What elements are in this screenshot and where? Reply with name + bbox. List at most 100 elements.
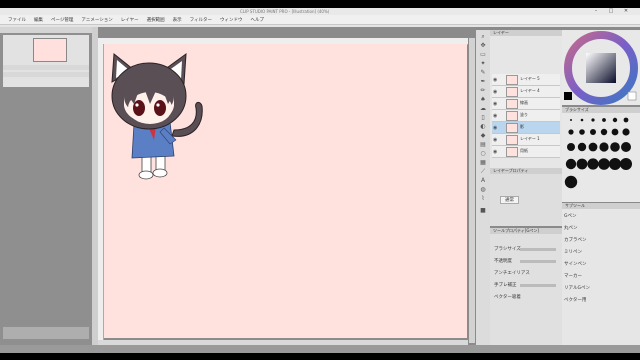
menu-page[interactable]: ページ管理 <box>51 17 73 23</box>
layer-thumbnail <box>506 135 518 145</box>
opacity-slider[interactable] <box>520 260 556 263</box>
frame-tool-icon[interactable]: ▦ <box>479 160 487 166</box>
pen-tool-icon[interactable]: ✒ <box>479 79 487 85</box>
tool-palette: ⌕ ✥ ▭ ✦ ✎ ✒ ✏ ♠ ☁ ▯ ◐ ◆ ▤ ○ ▦ ⟋ A ◍ ⌇ ■ <box>476 30 490 345</box>
layer-row[interactable]: ◉ レイヤー 5 <box>492 74 560 86</box>
visibility-eye-icon[interactable]: ◉ <box>493 89 497 95</box>
fill-tool-icon[interactable]: ◆ <box>479 133 487 139</box>
blend-mode-select[interactable]: 通常 <box>500 196 519 204</box>
zoom-slider[interactable] <box>3 65 89 70</box>
layer-row[interactable]: ◉ 塗り <box>492 110 560 122</box>
stabilization-slider[interactable] <box>520 284 556 287</box>
vector-snap-label: ベクター吸着 <box>494 295 521 300</box>
character-illustration <box>111 52 203 180</box>
text-tool-icon[interactable]: A <box>479 178 487 184</box>
layer-thumbnail <box>506 111 518 121</box>
zoom-tool-icon[interactable]: ⌕ <box>479 34 487 40</box>
menu-help[interactable]: ヘルプ <box>251 17 265 23</box>
subtool-item[interactable]: Gペン <box>564 213 577 219</box>
correct-line-tool-icon[interactable]: ⌇ <box>479 196 487 202</box>
visibility-eye-icon[interactable]: ◉ <box>493 137 497 143</box>
move-tool-icon[interactable]: ✥ <box>479 43 487 49</box>
menu-file[interactable]: ファイル <box>8 17 26 23</box>
color-wheel-panel <box>562 30 640 105</box>
opacity-label: 不透明度 <box>494 259 512 264</box>
layer-row[interactable]: ◉ 線画 <box>492 98 560 110</box>
canvas-vertical-scrollbar[interactable] <box>469 38 475 343</box>
layer-row-selected[interactable]: ◉ 影 <box>492 122 560 134</box>
navigator-panel <box>0 27 92 345</box>
navigator-footer <box>3 327 89 339</box>
balloon-tool-icon[interactable]: ◍ <box>479 187 487 193</box>
eraser-tool-icon[interactable]: ▯ <box>479 115 487 121</box>
subtool-header: サブツール <box>562 203 640 209</box>
layer-name: レイヤー 4 <box>520 88 540 93</box>
menu-edit[interactable]: 編集 <box>34 17 43 23</box>
blend-tool-icon[interactable]: ◐ <box>479 124 487 130</box>
menu-window[interactable]: ウィンドウ <box>220 17 243 23</box>
layer-thumbnail <box>506 99 518 109</box>
visibility-eye-icon[interactable]: ◉ <box>493 113 497 119</box>
layer-thumbnail <box>506 147 518 157</box>
layer-row[interactable]: ◉ レイヤー 1 <box>492 134 560 146</box>
brush-size-panel: ブラシサイズ <box>562 107 640 202</box>
subtool-item[interactable]: ミリペン <box>564 249 582 255</box>
layer-thumbnail <box>506 75 518 85</box>
sub-color-icon <box>627 91 637 101</box>
main-color-icon <box>564 92 572 100</box>
subtool-item[interactable]: ベクター用 <box>564 297 586 303</box>
visibility-eye-icon[interactable]: ◉ <box>493 125 497 131</box>
tool-property-header: ツールプロパティ[Gペン] <box>490 228 562 234</box>
menu-layer[interactable]: レイヤー <box>121 17 139 23</box>
layer-panel-header: レイヤー <box>490 30 562 36</box>
layer-name: レイヤー 1 <box>520 136 540 141</box>
layer-thumbnail <box>506 87 518 97</box>
main-color-swatch-icon[interactable]: ■ <box>479 208 487 214</box>
visibility-eye-icon[interactable]: ◉ <box>493 77 497 83</box>
drawing-canvas[interactable] <box>104 44 467 338</box>
pencil-tool-icon[interactable]: ✏ <box>479 88 487 94</box>
navigator-header <box>0 27 92 33</box>
brush-tool-icon[interactable]: ♠ <box>479 97 487 103</box>
window-title: CLIP STUDIO PAINT PRO - [Illustration] (… <box>240 9 330 14</box>
layer-property-panel: レイヤープロパティ 通常 <box>490 168 562 226</box>
layer-row[interactable]: ◉ レイヤー 4 <box>492 86 560 98</box>
brush-size-presets[interactable] <box>562 114 640 202</box>
layer-property-header: レイヤープロパティ <box>490 168 562 174</box>
visibility-eye-icon[interactable]: ◉ <box>493 149 497 155</box>
select-tool-icon[interactable]: ▭ <box>479 52 487 58</box>
title-bar: CLIP STUDIO PAINT PRO - [Illustration] (… <box>0 8 640 15</box>
eyedropper-tool-icon[interactable]: ✎ <box>479 70 487 76</box>
brush-size-slider[interactable] <box>520 248 556 251</box>
subtool-item[interactable]: カブラペン <box>564 237 587 243</box>
layer-row[interactable]: ◉ 用紙 <box>492 146 560 158</box>
menu-filter[interactable]: フィルター <box>190 17 212 23</box>
gradient-tool-icon[interactable]: ▤ <box>479 142 487 148</box>
subtool-item[interactable]: サインペン <box>564 261 587 267</box>
close-button[interactable]: ✕ <box>620 8 632 15</box>
brush-size-header: ブラシサイズ <box>562 107 640 113</box>
ruler-tool-icon[interactable]: ⟋ <box>479 169 487 175</box>
layer-name: レイヤー 5 <box>520 76 540 81</box>
maximize-button[interactable]: □ <box>605 8 617 15</box>
menu-animation[interactable]: アニメーション <box>81 17 112 23</box>
subtool-item[interactable]: マーカー <box>564 273 582 279</box>
layer-name: 影 <box>520 124 524 129</box>
autoselect-tool-icon[interactable]: ✦ <box>479 61 487 67</box>
subtool-item[interactable]: 丸ペン <box>564 225 578 231</box>
rotate-slider[interactable] <box>3 72 89 77</box>
menu-view[interactable]: 表示 <box>173 17 182 23</box>
menu-bar: ファイル 編集 ページ管理 アニメーション レイヤー 選択範囲 表示 フィルター… <box>0 15 640 25</box>
menu-selection[interactable]: 選択範囲 <box>147 17 165 23</box>
color-wheel[interactable] <box>562 30 640 105</box>
navigator-preview[interactable] <box>3 35 89 87</box>
visibility-eye-icon[interactable]: ◉ <box>493 101 497 107</box>
airbrush-tool-icon[interactable]: ☁ <box>479 106 487 112</box>
subtool-item[interactable]: リアルGペン <box>564 285 590 291</box>
figure-tool-icon[interactable]: ○ <box>479 151 487 157</box>
layer-thumbnail <box>506 123 518 133</box>
canvas-status-bar <box>98 340 468 345</box>
minimize-button[interactable]: – <box>590 8 602 15</box>
brush-size-label: ブラシサイズ <box>494 247 521 252</box>
letterbox-bottom <box>0 353 640 360</box>
